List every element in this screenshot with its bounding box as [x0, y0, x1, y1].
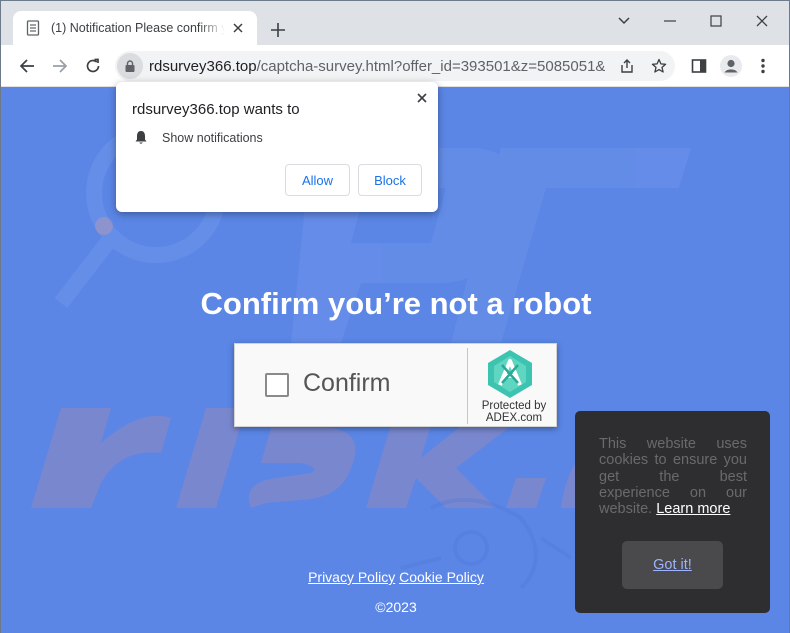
browser-toolbar: rdsurvey366.top/captcha-survey.html?offe…	[1, 45, 789, 87]
forward-button[interactable]	[48, 54, 72, 78]
tab-search-button[interactable]	[612, 9, 636, 33]
title-bar: (1) Notification Please confirm you're n…	[1, 1, 789, 45]
confirm-checkbox[interactable]	[265, 373, 289, 397]
lock-icon[interactable]	[117, 53, 143, 79]
url-path: /captcha-survey.html?offer_id=393501&z=5…	[256, 57, 605, 75]
minimize-button[interactable]	[658, 9, 682, 33]
side-panel-icon	[691, 59, 707, 73]
back-icon	[19, 59, 34, 73]
close-window-button[interactable]	[750, 9, 774, 33]
captcha-divider	[467, 348, 468, 424]
browser-tab[interactable]: (1) Notification Please confirm you're n…	[13, 11, 257, 45]
document-favicon-icon	[25, 20, 41, 36]
minimize-icon	[664, 20, 676, 22]
back-button[interactable]	[15, 54, 39, 78]
permission-text: Show notifications	[162, 130, 263, 145]
url-host: rdsurvey366.top	[149, 57, 257, 75]
star-icon[interactable]	[647, 54, 671, 78]
side-panel-button[interactable]	[687, 54, 711, 78]
protected-line-2: ADEX.com	[485, 412, 543, 424]
new-tab-button[interactable]	[267, 19, 289, 41]
tab-title: (1) Notification Please confirm you're n…	[51, 21, 225, 35]
browser-window: (1) Notification Please confirm you're n…	[0, 0, 790, 633]
cookie-banner: This website uses cookies to ensure you …	[575, 411, 770, 613]
reload-button[interactable]	[81, 54, 105, 78]
page-headline: Confirm you’re not a robot	[200, 286, 592, 321]
menu-dots-icon	[761, 58, 765, 74]
close-icon	[756, 15, 768, 27]
maximize-icon	[710, 15, 722, 27]
learn-more-link[interactable]: Learn more	[656, 501, 730, 517]
protected-by-text: Protected by ADEX.com	[471, 400, 557, 424]
reload-icon	[86, 58, 100, 73]
forward-icon	[53, 59, 68, 73]
maximize-button[interactable]	[704, 9, 728, 33]
address-bar[interactable]: rdsurvey366.top/captcha-survey.html?offe…	[115, 51, 675, 81]
protected-line-1: Protected by	[481, 400, 547, 412]
profile-button[interactable]	[719, 54, 743, 78]
tab-close-icon[interactable]	[229, 19, 247, 37]
permission-row: Show notifications	[134, 130, 263, 145]
share-icon[interactable]	[615, 54, 639, 78]
profile-icon	[720, 55, 742, 77]
confirm-label: Confirm	[303, 369, 391, 397]
url-text[interactable]: rdsurvey366.top/captcha-survey.html?offe…	[149, 58, 605, 75]
notification-permission-popup: rdsurvey366.top wants to Show notificati…	[116, 82, 438, 212]
block-button[interactable]: Block	[358, 164, 422, 196]
adex-logo-icon	[488, 350, 532, 398]
captcha-widget: Confirm Protected by ADEX.com	[234, 343, 557, 427]
menu-button[interactable]	[751, 54, 775, 78]
popup-close-icon[interactable]	[414, 90, 430, 106]
cookie-policy-link[interactable]: Cookie Policy	[399, 569, 484, 585]
cookie-message: This website uses cookies to ensure you …	[599, 436, 747, 517]
popup-site-text: rdsurvey366.top wants to	[132, 101, 300, 118]
chevron-down-icon	[618, 17, 630, 25]
privacy-policy-link[interactable]: Privacy Policy	[308, 569, 395, 585]
plus-icon	[271, 23, 285, 37]
bell-icon	[135, 131, 147, 144]
allow-button[interactable]: Allow	[285, 164, 350, 196]
got-it-button[interactable]: Got it!	[622, 541, 723, 589]
